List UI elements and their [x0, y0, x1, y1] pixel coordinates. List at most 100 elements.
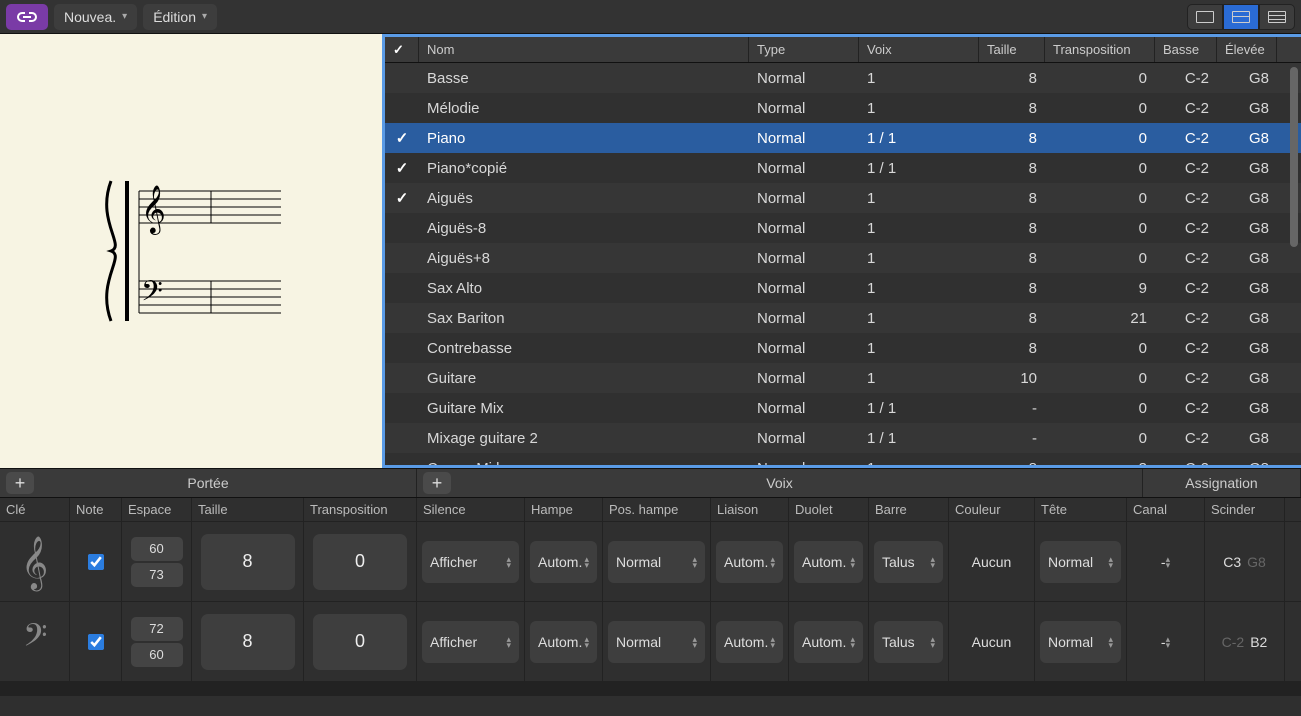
row-voix: 1	[859, 100, 979, 117]
hdr-espace[interactable]: Espace	[122, 498, 192, 521]
canal-cell[interactable]: -▴▾	[1127, 602, 1205, 681]
couleur-cell[interactable]: Aucun	[949, 602, 1035, 681]
table-row[interactable]: ✓PianoNormal1 / 180C-2G8	[385, 123, 1301, 153]
barre-select[interactable]: Talus▴▾	[874, 621, 943, 663]
col-basse[interactable]: Basse	[1155, 37, 1217, 62]
couleur-cell[interactable]: Aucun	[949, 522, 1035, 601]
row-basse: C-2	[1155, 250, 1217, 267]
hdr-pos[interactable]: Pos. hampe	[603, 498, 711, 521]
hdr-duolet[interactable]: Duolet	[789, 498, 869, 521]
view-full-button[interactable]	[1259, 4, 1295, 30]
col-trans[interactable]: Transposition	[1045, 37, 1155, 62]
scinder-cell[interactable]: C3G8	[1205, 522, 1285, 601]
note-checkbox-cell[interactable]	[70, 522, 122, 601]
barre-select[interactable]: Talus▴▾	[874, 541, 943, 583]
hampe-select[interactable]: Autom.▴▾	[530, 621, 597, 663]
table-row[interactable]: ContrebasseNormal180C-2G8	[385, 333, 1301, 363]
trans-stepper[interactable]: 0	[313, 534, 407, 590]
hdr-note[interactable]: Note	[70, 498, 122, 521]
hdr-hampe[interactable]: Hampe	[525, 498, 603, 521]
table-row[interactable]: ✓AiguësNormal180C-2G8	[385, 183, 1301, 213]
link-toggle-button[interactable]	[6, 4, 48, 30]
pos-select[interactable]: Normal▴▾	[608, 621, 705, 663]
table-row[interactable]: Guitare MixNormal1 / 1-0C-2G8	[385, 393, 1301, 423]
row-check[interactable]: ✓	[385, 189, 419, 207]
taille-stepper[interactable]: 8	[201, 614, 295, 670]
duolet-select[interactable]: Autom.▴▾	[794, 541, 863, 583]
liaison-select[interactable]: Autom.▴▾	[716, 541, 783, 583]
row-nom: Mixage guitare 2	[419, 430, 749, 447]
table-row[interactable]: Sax AltoNormal189C-2G8	[385, 273, 1301, 303]
hdr-silence[interactable]: Silence	[417, 498, 525, 521]
scrollbar-thumb[interactable]	[1290, 67, 1298, 247]
row-taille: 8	[979, 340, 1045, 357]
new-menu[interactable]: Nouvea. ▾	[54, 4, 137, 30]
duolet-select[interactable]: Autom.▴▾	[794, 621, 863, 663]
note-checkbox[interactable]	[88, 554, 104, 570]
row-trans: 0	[1045, 340, 1155, 357]
col-check[interactable]: ✓	[385, 37, 419, 62]
view-compact-button[interactable]	[1187, 4, 1223, 30]
col-taille[interactable]: Taille	[979, 37, 1045, 62]
row-haute: G8	[1217, 400, 1277, 417]
scinder-cell[interactable]: C-2B2	[1205, 602, 1285, 681]
row-haute: G8	[1217, 190, 1277, 207]
row-trans: 0	[1045, 220, 1155, 237]
edit-menu[interactable]: Édition ▾	[143, 4, 217, 30]
row-taille: -	[979, 400, 1045, 417]
espace-top-stepper[interactable]: 60	[131, 537, 183, 561]
row-voix: 1	[859, 70, 979, 87]
col-type[interactable]: Type	[749, 37, 859, 62]
espace-bottom-stepper[interactable]: 60	[131, 643, 183, 667]
col-haute[interactable]: Élevée	[1217, 37, 1277, 62]
note-checkbox[interactable]	[88, 634, 104, 650]
canal-cell[interactable]: -▴▾	[1127, 522, 1205, 601]
view-split-button[interactable]	[1223, 4, 1259, 30]
row-check[interactable]: ✓	[385, 129, 419, 147]
col-nom[interactable]: Nom	[419, 37, 749, 62]
liaison-select[interactable]: Autom.▴▾	[716, 621, 783, 663]
add-voice-button[interactable]: +	[423, 472, 451, 494]
clef-cell[interactable]: 𝄢	[0, 602, 70, 681]
table-row[interactable]: BasseNormal180C-2G8	[385, 63, 1301, 93]
table-row[interactable]: Sax BaritonNormal1821C-2G8	[385, 303, 1301, 333]
silence-select[interactable]: Afficher▴▾	[422, 621, 519, 663]
hdr-taille[interactable]: Taille	[192, 498, 304, 521]
taille-stepper[interactable]: 8	[201, 534, 295, 590]
espace-top-stepper[interactable]: 72	[131, 617, 183, 641]
hampe-select[interactable]: Autom.▴▾	[530, 541, 597, 583]
row-voix: 1 / 1	[859, 430, 979, 447]
clef-cell[interactable]: 𝄞	[0, 522, 70, 601]
pos-select[interactable]: Normal▴▾	[608, 541, 705, 583]
toolbar: Nouvea. ▾ Édition ▾	[0, 0, 1301, 34]
trans-stepper[interactable]: 0	[313, 614, 407, 670]
add-staff-button[interactable]: +	[6, 472, 34, 494]
hdr-cle[interactable]: Clé	[0, 498, 70, 521]
tete-select[interactable]: Normal▴▾	[1040, 541, 1121, 583]
hdr-barre[interactable]: Barre	[869, 498, 949, 521]
table-row[interactable]: Cor en Mi bNormal18-3C-2G8	[385, 453, 1301, 465]
row-haute: G8	[1217, 130, 1277, 147]
hdr-liaison[interactable]: Liaison	[711, 498, 789, 521]
col-voix[interactable]: Voix	[859, 37, 979, 62]
silence-select[interactable]: Afficher▴▾	[422, 541, 519, 583]
table-row[interactable]: Aiguës+8Normal180C-2G8	[385, 243, 1301, 273]
tete-select[interactable]: Normal▴▾	[1040, 621, 1121, 663]
hdr-scinder[interactable]: Scinder	[1205, 498, 1285, 521]
liaison-cell: Autom.▴▾	[711, 522, 789, 601]
table-row[interactable]: GuitareNormal1100C-2G8	[385, 363, 1301, 393]
row-trans: 0	[1045, 430, 1155, 447]
table-row[interactable]: Aiguës-8Normal180C-2G8	[385, 213, 1301, 243]
link-icon	[16, 10, 38, 24]
table-row[interactable]: ✓Piano*copiéNormal1 / 180C-2G8	[385, 153, 1301, 183]
table-row[interactable]: MélodieNormal180C-2G8	[385, 93, 1301, 123]
hdr-canal[interactable]: Canal	[1127, 498, 1205, 521]
hdr-trans[interactable]: Transposition	[304, 498, 417, 521]
espace-bottom-stepper[interactable]: 73	[131, 563, 183, 587]
row-taille: 8	[979, 220, 1045, 237]
row-check[interactable]: ✓	[385, 159, 419, 177]
table-row[interactable]: Mixage guitare 2Normal1 / 1-0C-2G8	[385, 423, 1301, 453]
hdr-tete[interactable]: Tête	[1035, 498, 1127, 521]
note-checkbox-cell[interactable]	[70, 602, 122, 681]
hdr-couleur[interactable]: Couleur	[949, 498, 1035, 521]
